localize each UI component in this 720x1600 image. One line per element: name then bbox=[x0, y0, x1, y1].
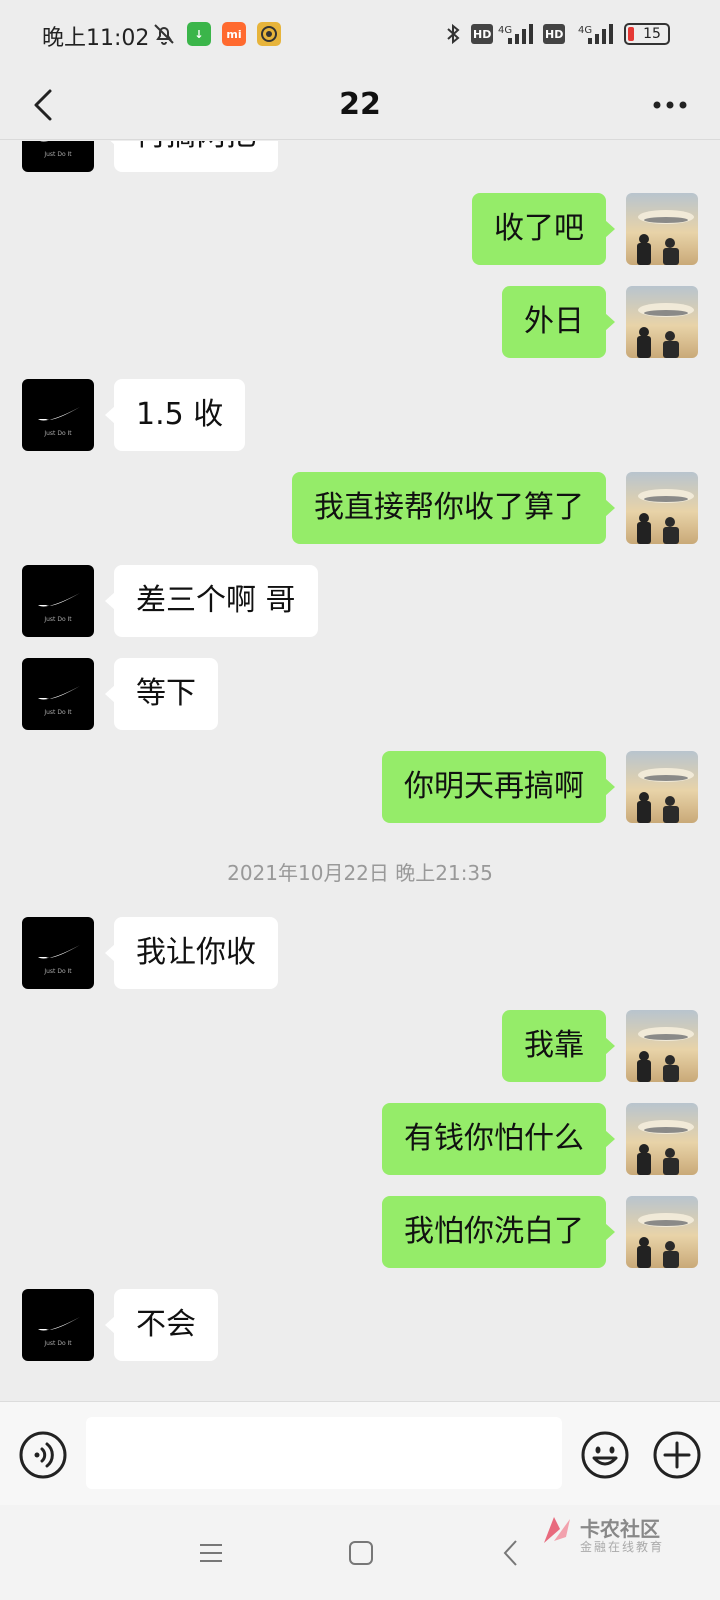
emoji-icon bbox=[581, 1431, 629, 1479]
plus-button[interactable] bbox=[652, 1430, 702, 1480]
mute-bell-icon bbox=[152, 22, 176, 46]
more-button[interactable] bbox=[642, 82, 698, 128]
chat-timestamp: 2021年10月22日 晚上21:35 bbox=[227, 861, 493, 885]
message-bubble[interactable]: 1.5 收 bbox=[104, 379, 246, 451]
hd-badge-2: HD bbox=[543, 24, 566, 44]
watermark: 卡农社区 金融在线教育 bbox=[540, 1513, 710, 1557]
menu-icon bbox=[200, 1544, 222, 1562]
avatar-caption: Just Do It bbox=[43, 616, 72, 623]
avatar-caption: Just Do It bbox=[43, 430, 72, 437]
title-bar: 22 bbox=[0, 70, 720, 140]
message-bubble[interactable]: 收了吧 bbox=[472, 193, 615, 265]
avatar-caption: Just Do It bbox=[43, 151, 72, 158]
message-bubble[interactable]: 差三个啊 哥 bbox=[105, 565, 318, 637]
watermark-subtitle: 金融在线教育 bbox=[580, 1540, 665, 1554]
message-input[interactable] bbox=[86, 1417, 562, 1489]
battery-level: 15 bbox=[643, 26, 661, 42]
plus-icon bbox=[653, 1431, 701, 1479]
contact-avatar[interactable]: Just Do It bbox=[22, 379, 94, 451]
message-bubble[interactable]: 我直接帮你收了算了 bbox=[292, 472, 615, 544]
app-icon bbox=[257, 22, 281, 46]
message-bubble[interactable]: 外日 bbox=[502, 286, 615, 358]
self-avatar[interactable] bbox=[626, 751, 698, 823]
chat-title: 22 bbox=[339, 87, 381, 122]
emoji-button[interactable] bbox=[580, 1430, 630, 1480]
voice-icon bbox=[19, 1431, 67, 1479]
status-bar: 晚上11:02 ↓ mi HD 4G HD 4G 15 bbox=[0, 0, 720, 70]
mi-app-icon: mi bbox=[222, 22, 246, 46]
self-avatar[interactable] bbox=[626, 1196, 698, 1268]
message-bubble[interactable]: 有钱你怕什么 bbox=[382, 1103, 615, 1175]
contact-avatar[interactable]: Just Do It bbox=[22, 917, 94, 989]
back-icon bbox=[503, 1540, 517, 1566]
signal-icon-2 bbox=[588, 22, 614, 46]
message-bubble[interactable]: 再搞两把 bbox=[105, 141, 278, 172]
contact-avatar[interactable]: Just Do It bbox=[22, 141, 94, 172]
avatar-caption: Just Do It bbox=[43, 709, 72, 716]
self-avatar[interactable] bbox=[626, 1103, 698, 1175]
chevron-left-icon bbox=[34, 89, 52, 121]
message-bubble[interactable]: 我让你收 bbox=[105, 917, 278, 989]
contact-avatar[interactable]: Just Do It bbox=[22, 565, 94, 637]
input-bar bbox=[0, 1401, 720, 1505]
watermark-logo bbox=[544, 1517, 570, 1543]
battery-icon: 15 bbox=[624, 23, 670, 45]
avatar-caption: Just Do It bbox=[43, 1340, 72, 1347]
contact-avatar[interactable]: Just Do It bbox=[22, 1289, 94, 1361]
message-list[interactable]: Just Do It 再搞两把 收了吧 外日 Just Do It 1.5 收 … bbox=[0, 141, 720, 1401]
avatar-caption: Just Do It bbox=[43, 968, 72, 975]
voice-button[interactable] bbox=[18, 1430, 68, 1480]
self-avatar[interactable] bbox=[626, 472, 698, 544]
menu-button[interactable] bbox=[186, 1530, 236, 1576]
system-nav-bar: 卡农社区 金融在线教育 bbox=[0, 1505, 720, 1600]
back-button[interactable] bbox=[18, 78, 68, 132]
self-avatar[interactable] bbox=[626, 286, 698, 358]
nav-back-button[interactable] bbox=[486, 1530, 536, 1576]
signal-icon bbox=[508, 22, 534, 46]
message-bubble[interactable]: 我靠 bbox=[502, 1010, 615, 1082]
message-bubble[interactable]: 等下 bbox=[105, 658, 218, 730]
home-icon bbox=[349, 1541, 373, 1565]
download-icon: ↓ bbox=[187, 22, 211, 46]
bluetooth-icon bbox=[444, 22, 462, 46]
status-time: 晚上11:02 bbox=[42, 26, 150, 51]
more-dots-icon bbox=[653, 101, 687, 109]
hd-badge: HD bbox=[471, 24, 494, 44]
message-bubble[interactable]: 我怕你洗白了 bbox=[382, 1196, 615, 1268]
home-button[interactable] bbox=[336, 1530, 386, 1576]
message-bubble[interactable]: 不会 bbox=[105, 1289, 218, 1361]
message-bubble[interactable]: 你明天再搞啊 bbox=[382, 751, 615, 823]
contact-avatar[interactable]: Just Do It bbox=[22, 658, 94, 730]
self-avatar[interactable] bbox=[626, 193, 698, 265]
self-avatar[interactable] bbox=[626, 1010, 698, 1082]
